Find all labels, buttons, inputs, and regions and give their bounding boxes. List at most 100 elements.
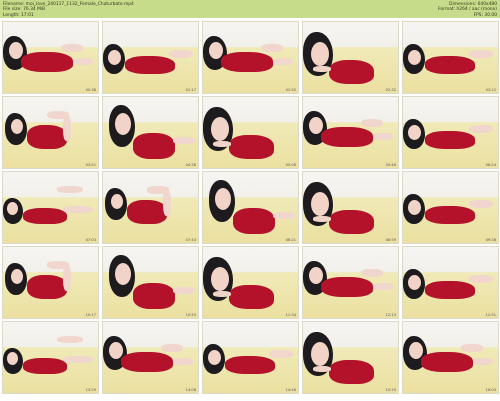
frame-figure-face — [311, 42, 329, 66]
frame-timestamp: 10:17 — [85, 313, 96, 317]
frame-figure-leg — [63, 115, 71, 141]
frame-timestamp: 07:03 — [85, 238, 96, 242]
frame-figure-leg — [169, 50, 193, 58]
frame-timestamp: 08:21 — [285, 238, 296, 242]
length-text: Length: 17:01 — [3, 12, 34, 18]
frame-timestamp: 16:03 — [485, 388, 496, 392]
frame-figure-leg — [269, 350, 293, 358]
video-frame-thumbnail: 06:24 — [402, 96, 499, 169]
frame-figure-leg — [57, 336, 83, 343]
video-frame-thumbnail: 03:12 — [402, 21, 499, 94]
frame-figure-face — [311, 192, 329, 216]
frame-figure-dress — [125, 56, 175, 74]
frame-figure-leg — [361, 269, 383, 277]
frame-timestamp: 05:08 — [285, 163, 296, 167]
video-frame-thumbnail: 03:51 — [2, 96, 99, 169]
video-frame-thumbnail: 10:17 — [2, 246, 99, 319]
frame-figure-face — [108, 50, 121, 65]
frame-figure-dress — [27, 125, 67, 149]
frame-figure-face — [109, 342, 123, 359]
frame-figure-leg — [469, 200, 493, 208]
frame-figure-leg — [63, 206, 93, 213]
video-frame-thumbnail: 09:38 — [402, 171, 499, 244]
frame-figure-leg — [469, 50, 493, 58]
frame-figure-arm — [213, 291, 231, 297]
video-frame-thumbnail: 15:25 — [302, 321, 399, 394]
frame-timestamp: 03:12 — [485, 88, 496, 92]
frame-figure-dress — [425, 56, 475, 74]
frame-figure-face — [11, 119, 23, 134]
frame-timestamp: 12:51 — [485, 313, 496, 317]
video-frame-thumbnail: 08:21 — [202, 171, 299, 244]
frame-timestamp: 08:59 — [385, 238, 396, 242]
frame-figure-dress — [321, 277, 373, 297]
info-right: Dimensions: 640x480 Format: h264 / aac (… — [438, 2, 497, 18]
video-frame-thumbnail: 04:28 — [102, 96, 199, 169]
frame-figure-face — [11, 269, 23, 284]
frame-timestamp: 04:28 — [185, 163, 196, 167]
frame-timestamp: 03:51 — [85, 163, 96, 167]
frame-figure-dress — [329, 60, 374, 84]
frame-figure-dress — [133, 283, 175, 309]
video-frame-thumbnail: 14:08 — [102, 321, 199, 394]
frame-figure-face — [408, 50, 421, 65]
video-frame-thumbnail: 10:55 — [102, 246, 199, 319]
frame-timestamp: 05:46 — [385, 163, 396, 167]
frame-figure-face — [115, 263, 131, 285]
video-frame-thumbnail: 11:34 — [202, 246, 299, 319]
frame-figure-leg — [161, 344, 183, 352]
frame-timestamp: 01:17 — [185, 88, 196, 92]
frame-figure-face — [215, 188, 231, 210]
fps-text: FPS: 30.00 — [473, 12, 497, 18]
frame-figure-dress — [23, 208, 67, 224]
frame-figure-face — [211, 117, 229, 141]
frame-figure-leg — [163, 190, 171, 216]
info-left: Filename: moi_love_240117_1132_Female_Ch… — [3, 2, 134, 18]
frame-timestamp: 14:08 — [185, 388, 196, 392]
frame-timestamp: 06:24 — [485, 163, 496, 167]
frame-figure-face — [408, 275, 421, 290]
frame-figure-face — [309, 117, 323, 134]
frame-figure-dress — [133, 133, 175, 159]
frame-figure-dress — [329, 210, 374, 234]
frame-figure-leg — [261, 44, 283, 52]
frame-timestamp: 11:34 — [285, 313, 296, 317]
frame-timestamp: 14:46 — [285, 388, 296, 392]
frame-figure-leg — [273, 212, 295, 219]
frame-figure-face — [309, 267, 323, 284]
video-frame-thumbnail: 02:32 — [302, 21, 399, 94]
frame-figure-face — [211, 267, 229, 291]
frame-figure-dress — [225, 356, 275, 374]
frame-timestamp: 10:55 — [185, 313, 196, 317]
frame-figure-leg — [361, 119, 383, 127]
frame-timestamp: 01:55 — [285, 88, 296, 92]
frame-timestamp: 09:38 — [485, 238, 496, 242]
frame-figure-face — [409, 342, 423, 359]
frame-figure-dress — [121, 352, 173, 372]
frame-figure-leg — [73, 58, 93, 65]
frame-timestamp: 13:29 — [85, 388, 96, 392]
frame-figure-leg — [473, 358, 493, 365]
frame-timestamp: 02:32 — [385, 88, 396, 92]
frame-figure-dress — [425, 281, 475, 299]
frame-figure-arm — [313, 366, 331, 372]
video-frame-thumbnail: 00:38 — [2, 21, 99, 94]
video-frame-thumbnail: 16:03 — [402, 321, 499, 394]
frame-figure-leg — [63, 265, 71, 291]
thumbnail-grid: 00:38 01:17 01:55 02:32 03:12 03:51 04:28 05:08… — [2, 21, 499, 394]
video-frame-thumbnail: 07:43 — [102, 171, 199, 244]
frame-figure-face — [9, 42, 23, 59]
frame-figure-face — [408, 200, 421, 215]
frame-figure-arm — [313, 66, 331, 72]
frame-figure-dress — [329, 360, 374, 384]
video-frame-thumbnail: 12:13 — [302, 246, 399, 319]
frame-figure-face — [115, 113, 131, 135]
frame-figure-dress — [233, 208, 275, 234]
video-frame-thumbnail: 12:51 — [402, 246, 499, 319]
frame-figure-leg — [61, 44, 83, 52]
frame-figure-arm — [213, 141, 231, 147]
frame-figure-dress — [21, 52, 73, 72]
frame-figure-face — [209, 42, 223, 59]
frame-figure-face — [111, 194, 123, 209]
frame-figure-face — [7, 202, 18, 215]
